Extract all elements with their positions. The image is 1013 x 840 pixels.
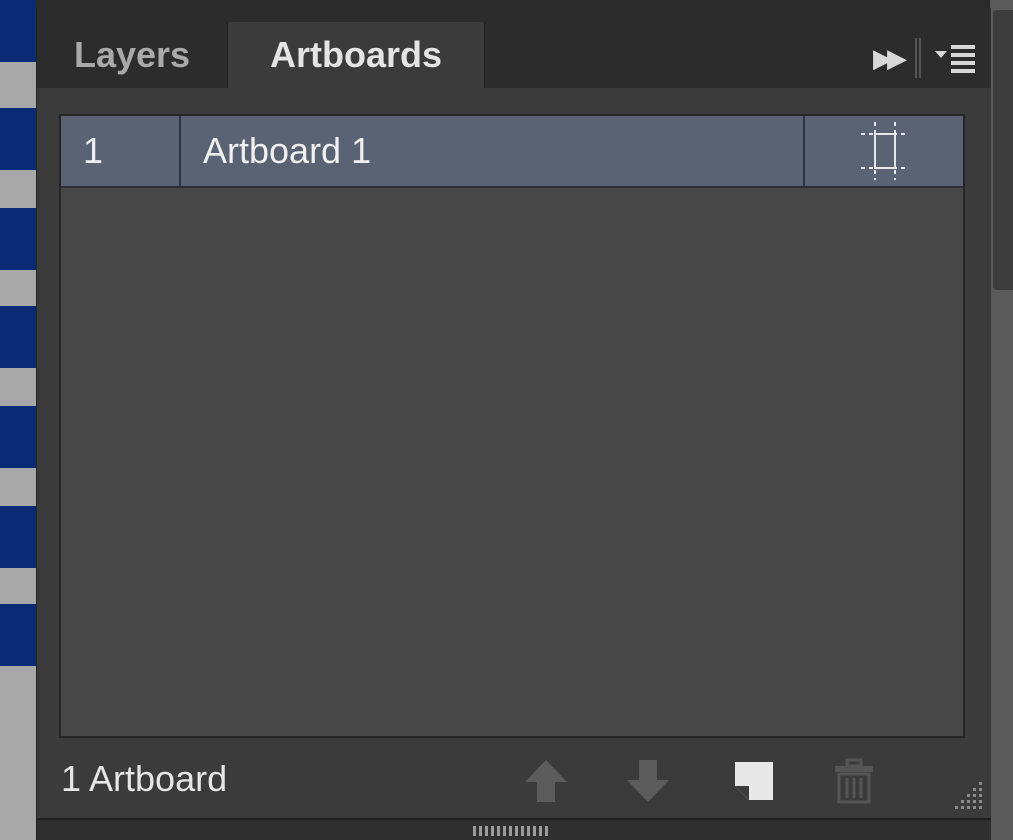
right-dock-scrollbar[interactable] xyxy=(993,10,1013,290)
panel-menu-icon[interactable] xyxy=(935,43,977,73)
trash-icon xyxy=(835,758,873,804)
tab-layers[interactable]: Layers xyxy=(37,22,227,88)
artboard-name[interactable]: Artboard 1 xyxy=(183,116,805,186)
new-artboard-button[interactable] xyxy=(729,756,779,806)
panel-footer: 1 Artboard xyxy=(37,738,991,818)
canvas-background xyxy=(0,0,36,840)
panel-tab-bar: Layers Artboards ▶▶ xyxy=(37,8,991,88)
new-page-icon xyxy=(735,762,773,800)
artboards-panel: Layers Artboards ▶▶ 1 Artboard 1 1 Artbo… xyxy=(36,8,991,840)
move-down-button[interactable] xyxy=(623,756,673,806)
collapse-panel-icon[interactable]: ▶▶ xyxy=(873,43,907,74)
arrow-up-icon xyxy=(525,760,567,802)
tab-artboards[interactable]: Artboards xyxy=(227,22,485,88)
artboard-count-label: 1 Artboard xyxy=(61,758,228,799)
arrow-down-icon xyxy=(627,760,669,802)
panel-grip-separator xyxy=(915,38,921,78)
app-stage: Layers Artboards ▶▶ 1 Artboard 1 1 Artbo… xyxy=(0,0,1013,840)
panel-bottom-bar xyxy=(37,818,991,840)
artboard-list: 1 Artboard 1 xyxy=(59,114,965,738)
artboard-options-icon[interactable] xyxy=(807,116,963,186)
delete-artboard-button[interactable] xyxy=(829,756,879,806)
move-up-button[interactable] xyxy=(521,756,571,806)
resize-grip-icon[interactable] xyxy=(945,772,985,812)
artboard-number: 1 xyxy=(61,116,181,186)
top-edge xyxy=(36,0,990,8)
panel-resize-handle[interactable] xyxy=(473,826,549,836)
panel-controls: ▶▶ xyxy=(873,38,977,78)
artboard-row[interactable]: 1 Artboard 1 xyxy=(61,116,963,188)
